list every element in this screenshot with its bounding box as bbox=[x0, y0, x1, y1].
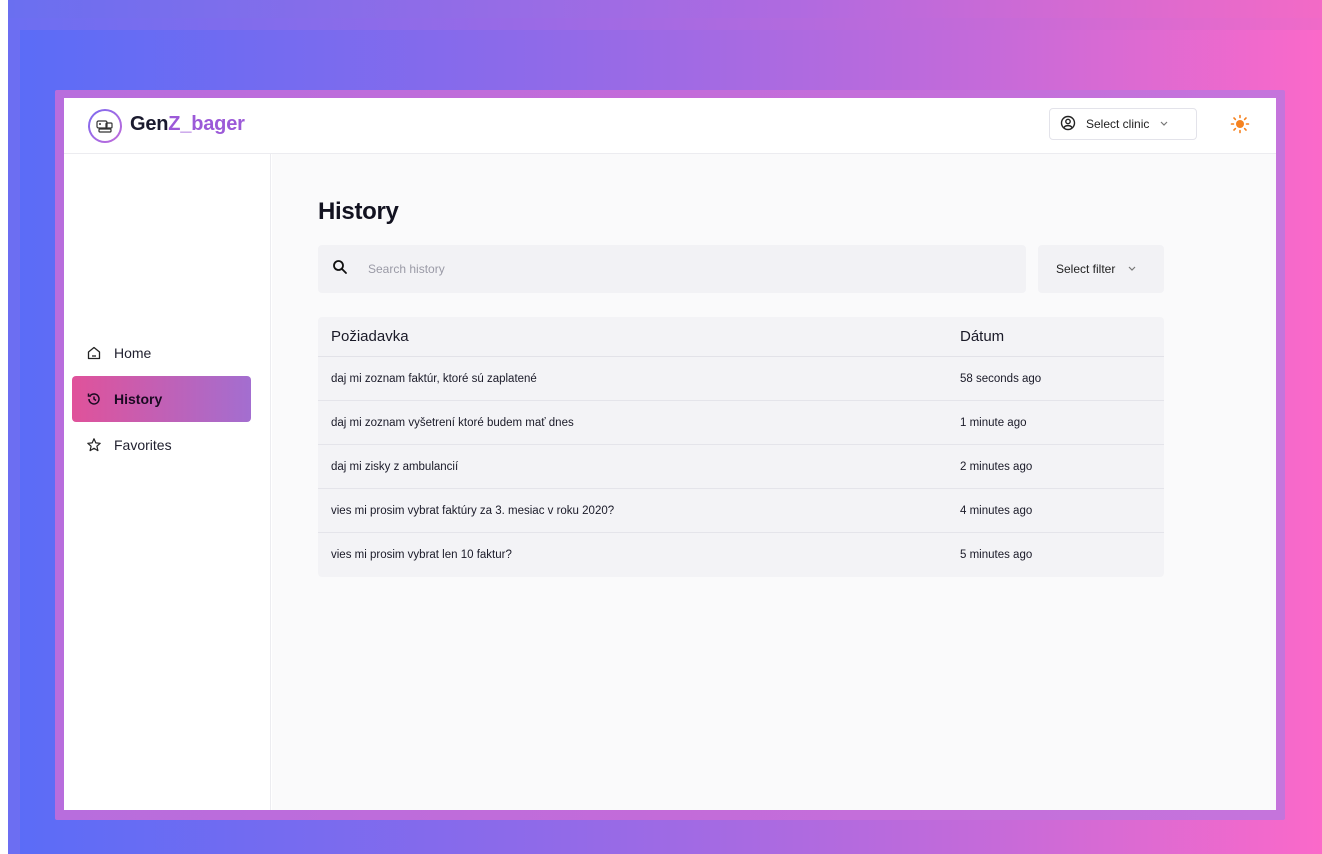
sidebar-item-label: Favorites bbox=[114, 437, 172, 453]
brand-name: GenZ_bager bbox=[130, 113, 245, 136]
cell-request: daj mi zoznam vyšetrení ktoré budem mať … bbox=[331, 416, 574, 429]
cell-date: 4 minutes ago bbox=[960, 504, 1033, 517]
logo-icon bbox=[90, 111, 120, 141]
history-icon bbox=[86, 391, 102, 407]
column-header-request: Požiadavka bbox=[331, 328, 409, 345]
top-bar: GenZ_bager Select clinic bbox=[64, 98, 1276, 154]
clinic-select[interactable]: Select clinic bbox=[1049, 108, 1197, 140]
cell-date: 58 seconds ago bbox=[960, 372, 1042, 385]
cell-request: vies mi prosim vybrat len 10 faktur? bbox=[331, 549, 512, 561]
cell-date: 2 minutes ago bbox=[960, 460, 1033, 473]
brand-accent: Z_bager bbox=[168, 113, 245, 135]
search-input[interactable] bbox=[368, 262, 968, 276]
table-header: Požiadavka Dátum bbox=[318, 317, 1164, 357]
sidebar: Home History Favorites bbox=[64, 154, 271, 810]
column-header-date: Dátum bbox=[960, 328, 1005, 345]
filter-select[interactable]: Select filter bbox=[1038, 245, 1164, 293]
app-window: GenZ_bager Select clinic Home History Fa… bbox=[64, 98, 1276, 810]
table-row[interactable]: daj mi zoznam vyšetrení ktoré budem mať … bbox=[318, 401, 1164, 445]
sidebar-item-history[interactable]: History bbox=[72, 376, 251, 422]
sidebar-item-home[interactable]: Home bbox=[72, 330, 251, 376]
search-box[interactable] bbox=[318, 245, 1026, 293]
top-edge bbox=[8, 0, 1322, 18]
search-icon bbox=[332, 259, 348, 280]
cell-request: daj mi zisky z ambulancií bbox=[331, 460, 459, 473]
table-row[interactable]: vies mi prosim vybrat faktúry za 3. mesi… bbox=[318, 489, 1164, 533]
history-table: Požiadavka Dátum daj mi zoznam faktúr, k… bbox=[318, 317, 1164, 577]
chevron-down-icon bbox=[1159, 117, 1169, 131]
logo[interactable] bbox=[88, 109, 122, 143]
star-icon bbox=[86, 437, 102, 453]
page-title: History bbox=[318, 198, 399, 225]
table-row[interactable]: daj mi zoznam faktúr, ktoré sú zaplatené… bbox=[318, 357, 1164, 401]
cell-request: daj mi zoznam faktúr, ktoré sú zaplatené bbox=[331, 372, 537, 385]
sidebar-item-label: Home bbox=[114, 345, 152, 361]
chevron-down-icon bbox=[1127, 262, 1137, 276]
cell-date: 1 minute ago bbox=[960, 416, 1027, 429]
table-row[interactable]: vies mi prosim vybrat len 10 faktur? 5 m… bbox=[318, 533, 1164, 577]
filter-select-label: Select filter bbox=[1056, 262, 1116, 276]
cell-request: vies mi prosim vybrat faktúry za 3. mesi… bbox=[331, 504, 615, 517]
sidebar-item-label: History bbox=[114, 391, 163, 407]
main-content: History Select filter Požiadavka Dátum bbox=[272, 154, 1276, 810]
clinic-select-label: Select clinic bbox=[1086, 117, 1150, 131]
sun-icon[interactable] bbox=[1228, 112, 1252, 136]
home-icon bbox=[86, 345, 102, 361]
brand-prefix: Gen bbox=[130, 113, 169, 135]
user-circle-icon bbox=[1060, 115, 1076, 134]
cell-date: 5 minutes ago bbox=[960, 549, 1033, 561]
left-edge bbox=[0, 0, 8, 854]
sidebar-item-favorites[interactable]: Favorites bbox=[72, 422, 251, 468]
table-row[interactable]: daj mi zisky z ambulancií 2 minutes ago bbox=[318, 445, 1164, 489]
